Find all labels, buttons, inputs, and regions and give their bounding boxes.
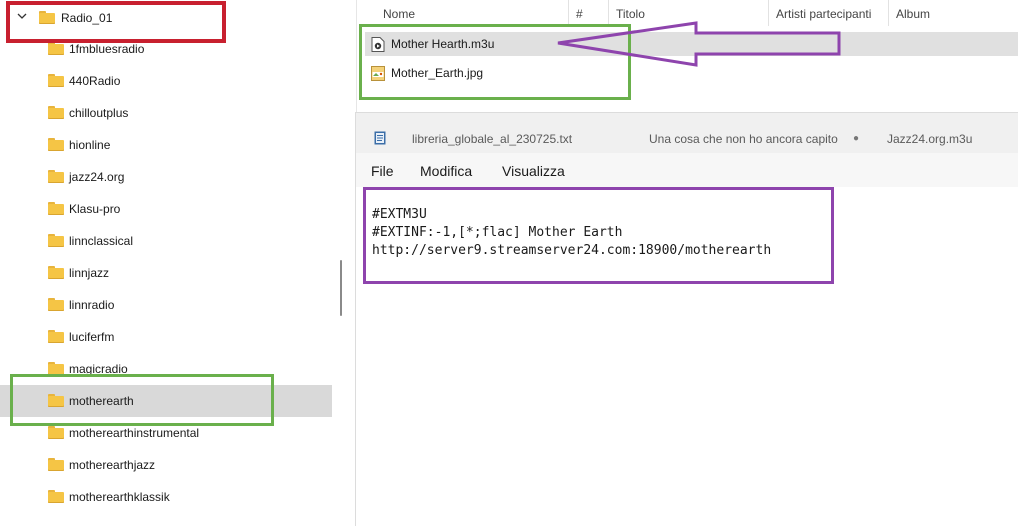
tree-item-label: chilloutplus [69,106,129,120]
tab-libreria-globale[interactable]: libreria_globale_al_230725.txt [412,132,572,146]
annotation-green-box [10,374,274,426]
tree-item-label: linnradio [69,298,115,312]
folder-icon [48,298,64,311]
notepad-icon [374,131,386,145]
tree-item[interactable]: motherearthklassik [0,481,332,513]
tree-item[interactable]: chilloutplus [0,97,332,129]
notepad-menu-bar: File Modifica Visualizza [356,153,1018,187]
notepad-window: libreria_globale_al_230725.txt Una cosa … [355,112,1018,526]
tree-item[interactable]: motherearthjazz [0,449,332,481]
tree-item-label: Klasu-pro [69,202,121,216]
tree-item-label: motherearthjazz [69,458,156,472]
folder-icon [48,490,64,503]
tree-item[interactable]: hionline [0,129,332,161]
tree-item[interactable]: linnradio [0,289,332,321]
tree-item-label: linnclassical [69,234,134,248]
menu-modifica[interactable]: Modifica [420,163,472,179]
folder-tree-pane: Radio_01 1fmbluesradio 440Radio chilloutpl… [0,0,332,525]
tree-item-label: hionline [69,138,111,152]
menu-file[interactable]: File [371,163,394,179]
tree-item[interactable]: linnclassical [0,225,332,257]
tree-item-label: linnjazz [69,266,110,280]
column-header-name[interactable]: Nome [383,7,415,21]
folder-icon [48,426,64,439]
tree-item[interactable]: linnjazz [0,257,332,289]
tree-item-label: motherearthinstrumental [69,426,200,440]
tree-item[interactable]: luciferfm [0,321,332,353]
column-separator[interactable] [888,0,889,26]
unsaved-dot-icon: ● [853,133,860,144]
column-header-title[interactable]: Titolo [616,7,645,21]
folder-icon [48,42,64,55]
annotation-red-box [6,1,226,43]
tree-item-label: 440Radio [69,74,121,88]
scrollbar-thumb[interactable] [340,260,342,316]
column-header-track[interactable]: # [576,7,583,21]
tree-item-label: motherearthklassik [69,490,170,504]
annotation-purple-box [363,187,834,284]
notepad-tab-bar: libreria_globale_al_230725.txt Una cosa … [356,113,1018,153]
tree-item-label: 1fmbluesradio [69,42,145,56]
folder-icon [48,138,64,151]
folder-icon [48,170,64,183]
folder-icon [48,106,64,119]
annotation-purple-arrow [557,21,841,67]
tree-item-label: jazz24.org [69,170,125,184]
folder-icon [48,266,64,279]
folder-icon [48,234,64,247]
tree-item[interactable]: 440Radio [0,65,332,97]
tree-item[interactable]: jazz24.org [0,161,332,193]
folder-icon [48,202,64,215]
tab-jazz24-m3u[interactable]: Jazz24.org.m3u [887,132,972,146]
folder-icon [48,74,64,87]
tree-item-label: luciferfm [69,330,115,344]
menu-visualizza[interactable]: Visualizza [502,163,565,179]
folder-icon [48,458,64,471]
tree-item[interactable]: Klasu-pro [0,193,332,225]
folder-icon [48,330,64,343]
column-header-album[interactable]: Album [896,7,930,21]
column-header-artists[interactable]: Artisti partecipanti [776,7,871,21]
tab-una-cosa[interactable]: Una cosa che non ho ancora capito [649,132,838,146]
